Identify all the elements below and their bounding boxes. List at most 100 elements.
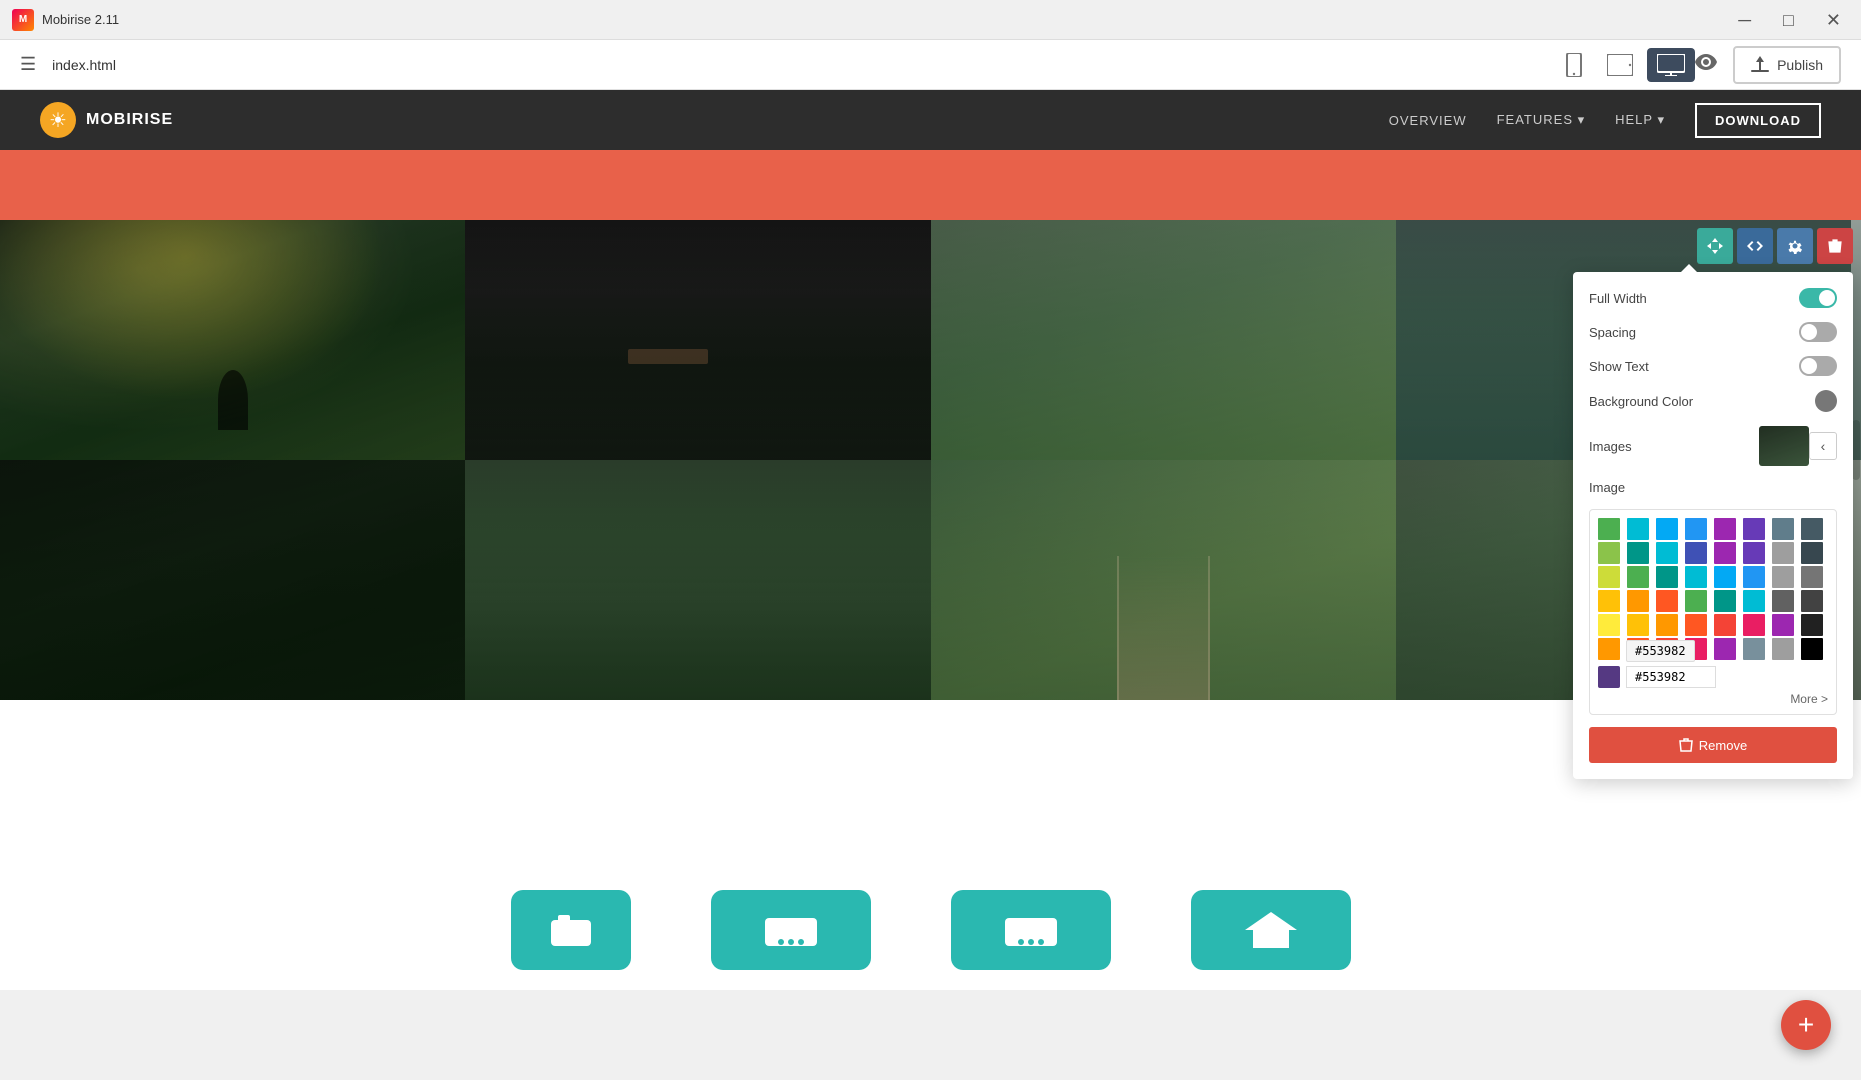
color-green[interactable]	[1598, 518, 1620, 540]
color-bluegrey2[interactable]	[1801, 518, 1823, 540]
nav-help[interactable]: HELP ▾	[1615, 112, 1665, 128]
gallery-cell-2	[465, 220, 930, 460]
more-colors-link[interactable]: More >	[1598, 692, 1828, 706]
color-pink[interactable]	[1743, 614, 1765, 636]
color-bluegrey3[interactable]	[1801, 542, 1823, 564]
remove-button[interactable]: Remove	[1589, 727, 1837, 763]
settings-panel-arrow	[1681, 264, 1697, 272]
image-prev-button[interactable]: ‹	[1809, 432, 1837, 460]
show-text-label: Show Text	[1589, 359, 1799, 374]
preview-area: ☀ MOBIRISE OVERVIEW FEATURES ▾ HELP ▾ DO…	[0, 90, 1861, 990]
gallery-cell-5	[0, 460, 465, 700]
color-cyan3[interactable]	[1685, 566, 1707, 588]
full-width-label: Full Width	[1589, 291, 1799, 306]
feature-icon-1	[511, 890, 631, 970]
hamburger-menu-button[interactable]: ☰	[20, 54, 36, 75]
color-red[interactable]	[1714, 614, 1736, 636]
color-grey4[interactable]	[1772, 590, 1794, 612]
color-teal2[interactable]	[1656, 566, 1678, 588]
color-lime[interactable]	[1598, 566, 1620, 588]
spacing-toggle[interactable]	[1799, 322, 1837, 342]
color-amber[interactable]	[1598, 590, 1620, 612]
color-lightgreen[interactable]	[1598, 542, 1620, 564]
color-green2[interactable]	[1627, 566, 1649, 588]
color-orange3[interactable]	[1598, 638, 1620, 660]
color-indigo[interactable]	[1685, 542, 1707, 564]
hex-value: #553982	[1635, 644, 1686, 658]
color-cyan4[interactable]	[1743, 590, 1765, 612]
color-deeppurple[interactable]	[1743, 518, 1765, 540]
nav-download[interactable]: DOWNLOAD	[1695, 103, 1821, 138]
minimize-button[interactable]: ─	[1730, 7, 1759, 33]
maximize-button[interactable]: □	[1775, 7, 1802, 33]
color-grey3[interactable]	[1801, 566, 1823, 588]
hex-input[interactable]	[1626, 666, 1716, 688]
color-cyan2[interactable]	[1656, 542, 1678, 564]
hex-input-wrapper: #553982	[1626, 666, 1716, 688]
color-orange2[interactable]	[1656, 614, 1678, 636]
show-text-toggle[interactable]	[1799, 356, 1837, 376]
site-nav-links: OVERVIEW FEATURES ▾ HELP ▾ DOWNLOAD	[1389, 103, 1821, 138]
toolbar: ☰ index.html Publish	[0, 40, 1861, 90]
color-black[interactable]	[1801, 638, 1823, 660]
gallery-section: Full Width Spacing Show Text Background …	[0, 220, 1861, 700]
brand-icon: ☀	[40, 102, 76, 138]
file-name: index.html	[52, 57, 1555, 73]
color-deeppurple2[interactable]	[1743, 542, 1765, 564]
color-purple[interactable]	[1714, 518, 1736, 540]
site-brand: ☀ MOBIRISE	[40, 102, 173, 138]
images-label: Images	[1589, 439, 1759, 454]
nav-features[interactable]: FEATURES ▾	[1497, 112, 1586, 128]
color-purple4[interactable]	[1714, 638, 1736, 660]
color-bluegrey4[interactable]	[1743, 638, 1765, 660]
feature-icons-row	[511, 890, 1351, 970]
color-orange[interactable]	[1627, 590, 1649, 612]
publish-button[interactable]: Publish	[1733, 46, 1841, 84]
show-text-row: Show Text	[1589, 356, 1837, 376]
device-selector	[1555, 47, 1695, 83]
color-teal3[interactable]	[1714, 590, 1736, 612]
settings-button[interactable]	[1777, 228, 1813, 264]
bg-color-label: Background Color	[1589, 394, 1815, 409]
fab-icon: +	[1798, 1009, 1814, 1041]
nav-overview[interactable]: OVERVIEW	[1389, 113, 1467, 128]
image-thumbnail-1[interactable]	[1759, 426, 1809, 466]
section-toolbar	[1697, 228, 1853, 264]
color-bluegrey1[interactable]	[1772, 518, 1794, 540]
color-green3[interactable]	[1685, 590, 1707, 612]
mobile-view-button[interactable]	[1555, 47, 1593, 83]
color-purple3[interactable]	[1772, 614, 1794, 636]
color-grey1[interactable]	[1772, 542, 1794, 564]
color-deeporange2[interactable]	[1685, 614, 1707, 636]
color-blue2[interactable]	[1743, 566, 1765, 588]
brand-name: MOBIRISE	[86, 111, 173, 129]
color-deeporange[interactable]	[1656, 590, 1678, 612]
app-logo: M	[12, 9, 34, 31]
settings-panel: Full Width Spacing Show Text Background …	[1573, 272, 1853, 779]
code-button[interactable]	[1737, 228, 1773, 264]
reorder-button[interactable]	[1697, 228, 1733, 264]
color-yellow[interactable]	[1598, 614, 1620, 636]
color-grey6[interactable]	[1772, 638, 1794, 660]
desktop-view-button[interactable]	[1647, 48, 1695, 82]
color-lightblue2[interactable]	[1714, 566, 1736, 588]
color-blue[interactable]	[1685, 518, 1707, 540]
close-button[interactable]: ✕	[1818, 7, 1849, 33]
color-grey5[interactable]	[1801, 590, 1823, 612]
full-width-row: Full Width	[1589, 288, 1837, 308]
full-width-toggle[interactable]	[1799, 288, 1837, 308]
color-grey2[interactable]	[1772, 566, 1794, 588]
color-nearblack[interactable]	[1801, 614, 1823, 636]
delete-button[interactable]	[1817, 228, 1853, 264]
color-lightblue[interactable]	[1656, 518, 1678, 540]
bg-color-swatch[interactable]	[1815, 390, 1837, 412]
color-amber2[interactable]	[1627, 614, 1649, 636]
add-section-button[interactable]: +	[1781, 1000, 1831, 1050]
preview-button[interactable]	[1695, 54, 1717, 75]
color-teal[interactable]	[1627, 542, 1649, 564]
color-cyan[interactable]	[1627, 518, 1649, 540]
gallery-cell-1	[0, 220, 465, 460]
color-purple2[interactable]	[1714, 542, 1736, 564]
tablet-view-button[interactable]	[1597, 48, 1643, 82]
feature-icon-3	[951, 890, 1111, 970]
